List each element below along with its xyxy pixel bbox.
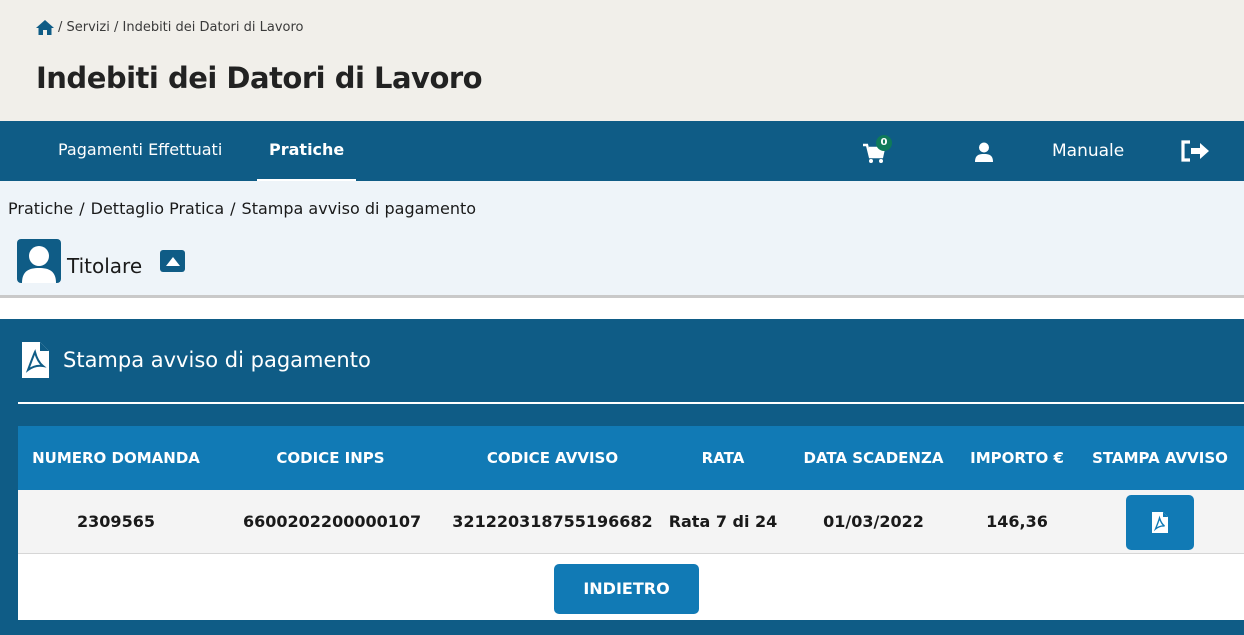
column-numero-domanda: NUMERO DOMANDA: [32, 449, 200, 467]
context-bar: Pratiche / Dettaglio Pratica / Stampa avviso…: [0, 181, 1244, 298]
titolare-section: Titolare: [17, 239, 186, 283]
panel-title: Stampa avviso di pagamento: [63, 348, 371, 372]
table-header: NUMERO DOMANDA CODICE INPS CODICE AVVISO…: [18, 426, 1244, 490]
panel-divider: [18, 402, 1244, 404]
breadcrumb-current: Stampa avviso di pagamento: [241, 199, 477, 218]
column-stampa-avviso: STAMPA AVVISO: [1092, 449, 1228, 467]
column-data-scadenza: DATA SCADENZA: [803, 449, 944, 467]
column-rata: RATA: [701, 449, 745, 467]
payment-notice-table: NUMERO DOMANDA CODICE INPS CODICE AVVISO…: [18, 426, 1244, 620]
cell-codice-avviso: 321220318755196682: [452, 512, 653, 531]
user-avatar-icon: [22, 246, 56, 283]
pdf-file-icon: [22, 342, 49, 378]
breadcrumb-dettaglio-pratica[interactable]: Dettaglio Pratica: [91, 199, 225, 218]
breadcrumb-separator: /: [230, 199, 236, 218]
print-notice-button[interactable]: [1126, 495, 1194, 550]
caret-up-icon: [165, 256, 180, 266]
nav-item-pagamenti-effettuati[interactable]: Pagamenti Effettuati: [58, 121, 222, 181]
main-nav: Pagamenti Effettuati Pratiche 0 Manuale: [0, 121, 1244, 181]
cell-rata: Rata 7 di 24: [668, 512, 778, 531]
collapse-titolare-button[interactable]: [160, 250, 186, 272]
cell-numero-domanda: 2309565: [77, 512, 155, 531]
avatar: [17, 239, 61, 283]
breadcrumb: Pratiche / Dettaglio Pratica / Stampa avviso…: [8, 199, 476, 218]
manuale-link[interactable]: Manuale: [1052, 121, 1124, 181]
top-breadcrumb: / Servizi / Indebiti dei Datori di Lavor…: [36, 20, 304, 35]
panel-header: Stampa avviso di pagamento: [22, 340, 371, 380]
column-codice-inps: CODICE INPS: [276, 449, 385, 467]
cell-data-scadenza: 01/03/2022: [823, 512, 924, 531]
cart-count-badge: 0: [876, 135, 892, 151]
cell-importo: 146,36: [986, 512, 1048, 531]
back-button[interactable]: INDIETRO: [554, 564, 699, 614]
cart-button[interactable]: 0: [862, 135, 896, 165]
page-title: Indebiti dei Datori di Lavoro: [36, 61, 483, 95]
column-codice-avviso: CODICE AVVISO: [486, 449, 619, 467]
nav-item-pratiche[interactable]: Pratiche: [257, 121, 357, 181]
user-icon[interactable]: [975, 142, 993, 162]
breadcrumb-pratiche[interactable]: Pratiche: [8, 199, 73, 218]
titolare-label: Titolare: [67, 254, 143, 278]
top-breadcrumb-text[interactable]: / Servizi / Indebiti dei Datori di Lavor…: [58, 20, 304, 35]
breadcrumb-separator: /: [79, 199, 85, 218]
cell-codice-inps: 6600202200000107: [243, 512, 422, 531]
pdf-icon: [1152, 512, 1168, 533]
home-icon[interactable]: [36, 20, 54, 35]
payment-notice-panel: Stampa avviso di pagamento NUMERO DOMAND…: [0, 319, 1244, 635]
page-header: / Servizi / Indebiti dei Datori di Lavor…: [0, 0, 1244, 121]
column-importo: IMPORTO €: [970, 449, 1064, 467]
logout-icon[interactable]: [1180, 140, 1212, 162]
table-row: 2309565 6600202200000107 321220318755196…: [18, 490, 1244, 554]
